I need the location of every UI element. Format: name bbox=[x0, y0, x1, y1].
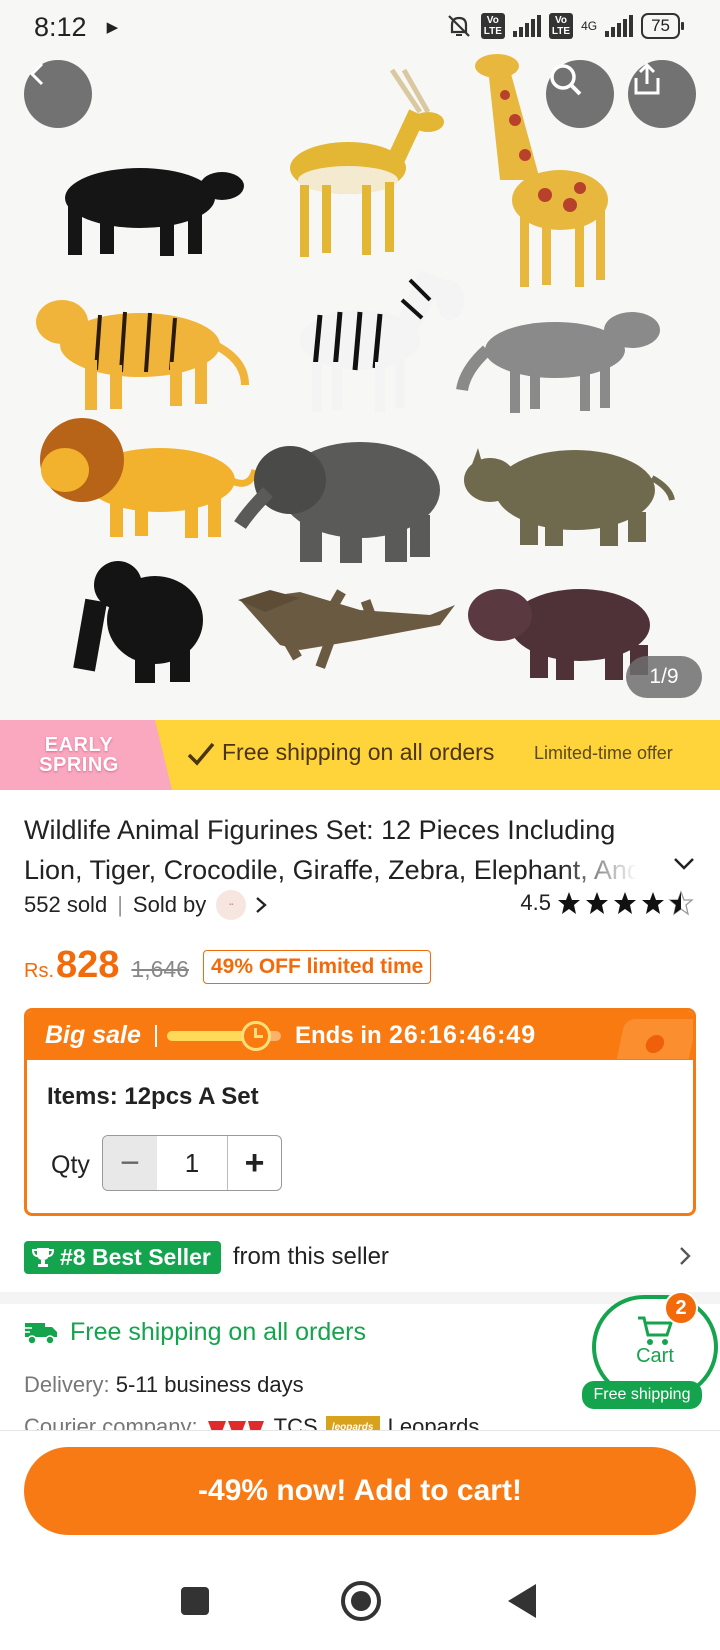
cart-label: Cart bbox=[636, 1345, 674, 1367]
volte-icon-2: Vo LTE bbox=[548, 13, 574, 39]
volte-icon: Vo LTE bbox=[480, 13, 505, 39]
signal-icon-2 bbox=[605, 15, 634, 37]
big-sale-label: Big sale bbox=[45, 1021, 141, 1049]
free-shipping-text: Free shipping on all orders bbox=[70, 1318, 366, 1346]
best-seller-row[interactable]: #8 Best Seller from this seller bbox=[24, 1239, 696, 1275]
leopards-logo: leopards bbox=[325, 1416, 380, 1430]
recents-button[interactable] bbox=[181, 1587, 209, 1615]
rating[interactable]: 4.5 bbox=[520, 890, 696, 916]
sale-header: Big sale Ends in 26:16:46:49 bbox=[27, 1011, 693, 1060]
best-seller-badge: #8 Best Seller bbox=[24, 1240, 221, 1274]
bear-figure bbox=[65, 168, 244, 256]
quantity-value[interactable]: 1 bbox=[157, 1136, 227, 1190]
hippo-figure bbox=[468, 589, 650, 680]
zebra-figure bbox=[300, 270, 464, 412]
status-bar: 8:12 ▶ Vo LTE Vo LTE 4G 75 bbox=[0, 0, 720, 54]
tcs-logo bbox=[207, 1421, 264, 1430]
product-meta-row: 552 sold | Sold by ▪▪ 4.5 bbox=[24, 890, 696, 920]
bottom-bar-divider bbox=[0, 1430, 720, 1431]
title-fade bbox=[560, 850, 670, 890]
current-price: 828 bbox=[56, 943, 120, 986]
courier-clip: Courier company: TCS leopards Leopards bbox=[0, 1408, 720, 1430]
network-type: 4G bbox=[581, 19, 598, 33]
add-to-cart-button[interactable]: -49% now! Add to cart! bbox=[24, 1447, 696, 1535]
items-option[interactable]: Items: 12pcs A Set bbox=[47, 1083, 259, 1111]
wolf-figure bbox=[456, 312, 660, 413]
cart-free-shipping: Free shipping bbox=[582, 1381, 702, 1409]
delivery-value: 5-11 business days bbox=[115, 1372, 304, 1397]
decrease-button[interactable]: − bbox=[103, 1136, 157, 1190]
from-seller-text: from this seller bbox=[232, 1243, 389, 1270]
divider: | bbox=[117, 892, 123, 917]
home-button[interactable] bbox=[341, 1581, 381, 1621]
courier-info: Courier company: TCS leopards Leopards bbox=[24, 1414, 479, 1430]
search-button[interactable] bbox=[546, 60, 614, 128]
promo-banner[interactable]: EARLY SPRING Free shipping on all orders… bbox=[0, 720, 720, 790]
rating-value: 4.5 bbox=[520, 890, 551, 915]
status-icons: Vo LTE Vo LTE 4G 75 bbox=[445, 12, 684, 40]
product-image-gallery[interactable]: 1/9 bbox=[0, 0, 720, 720]
animal-figurines-image bbox=[36, 54, 675, 683]
quantity-stepper[interactable]: − 1 + bbox=[102, 1135, 282, 1191]
star-rating-icon bbox=[558, 890, 694, 916]
seller-logo[interactable]: ▪▪ bbox=[216, 890, 247, 920]
back-button[interactable] bbox=[24, 60, 92, 128]
courier-label: Courier company: bbox=[24, 1414, 198, 1430]
chevron-left-icon bbox=[29, 62, 44, 86]
back-nav-button[interactable] bbox=[508, 1584, 536, 1618]
qty-label: Qty bbox=[51, 1151, 90, 1179]
system-nav-bar bbox=[0, 1560, 720, 1650]
status-time: 8:12 bbox=[34, 11, 87, 42]
mute-bell-icon bbox=[447, 15, 470, 37]
floating-cart-button[interactable]: Cart 2 Free shipping bbox=[582, 1291, 720, 1409]
sold-by-label[interactable]: Sold by bbox=[133, 892, 206, 918]
promo-side-text: Limited-time offer bbox=[534, 743, 673, 763]
trophy-icon bbox=[32, 1248, 54, 1267]
sale-progress-fill bbox=[167, 1031, 250, 1041]
signal-icon bbox=[512, 15, 541, 37]
media-play-icon: ▶ bbox=[106, 19, 119, 36]
sale-decoration bbox=[616, 1019, 693, 1059]
big-sale-panel: Big sale Ends in 26:16:46:49 Items: 12pc… bbox=[24, 1008, 696, 1216]
shipping-row[interactable]: Free shipping on all orders bbox=[24, 1318, 366, 1347]
delivery-label: Delivery: bbox=[24, 1372, 110, 1397]
original-price: 1,646 bbox=[131, 955, 189, 982]
check-icon bbox=[187, 742, 215, 766]
truck-icon bbox=[24, 1322, 57, 1345]
courier-tcs: TCS bbox=[273, 1414, 318, 1430]
divider bbox=[155, 1025, 157, 1047]
share-button[interactable] bbox=[628, 60, 696, 128]
badge-line-1: EARLY bbox=[44, 734, 114, 756]
promo-main-text: Free shipping on all orders bbox=[222, 739, 495, 765]
gorilla-figure bbox=[73, 561, 203, 683]
discount-badge: 49% OFF limited time bbox=[202, 950, 432, 984]
share-icon bbox=[634, 62, 660, 95]
clock-icon bbox=[241, 1021, 271, 1051]
courier-leopards: Leopards bbox=[387, 1414, 480, 1430]
elephant-figure bbox=[234, 442, 440, 563]
increase-button[interactable]: + bbox=[227, 1136, 281, 1190]
lion-figure bbox=[40, 418, 259, 538]
search-icon bbox=[550, 64, 582, 96]
chevron-down-icon[interactable] bbox=[672, 856, 696, 872]
chevron-right-icon[interactable] bbox=[254, 895, 268, 915]
delivery-info: Delivery: 5-11 business days bbox=[24, 1372, 304, 1398]
antelope-figure bbox=[290, 68, 444, 257]
battery-icon: 75 bbox=[641, 13, 684, 39]
crocodile-figure bbox=[238, 589, 455, 669]
tiger-figure bbox=[36, 300, 249, 410]
image-counter: 1/9 bbox=[626, 656, 702, 698]
countdown-timer: 26:16:46:49 bbox=[389, 1021, 537, 1049]
price-row: Rs. 828 1,646 49% OFF limited time bbox=[24, 940, 432, 990]
ends-in-label: Ends in bbox=[295, 1022, 382, 1049]
badge-line-2: SPRING bbox=[39, 754, 119, 776]
early-spring-badge: EARLY SPRING bbox=[0, 720, 172, 790]
currency: Rs. bbox=[24, 959, 54, 982]
best-seller-text: #8 Best Seller bbox=[60, 1243, 211, 1270]
sold-count: 552 sold bbox=[24, 892, 108, 917]
cart-count-badge: 2 bbox=[664, 1291, 698, 1325]
rhino-figure bbox=[464, 448, 675, 546]
chevron-right-icon bbox=[680, 1247, 691, 1265]
